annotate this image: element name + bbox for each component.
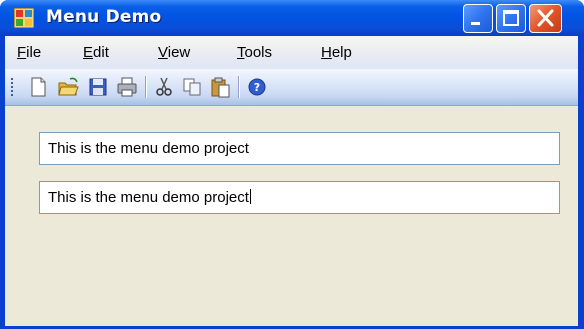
menu-view-mnemonic: V [158,44,168,61]
title-bar[interactable]: Menu Demo [0,0,584,36]
menu-tools[interactable]: Tools [237,44,272,61]
first-textbox[interactable]: This is the menu demo project [39,132,560,165]
paste-icon[interactable] [209,76,231,98]
toolbar-grip[interactable] [11,78,14,98]
menu-file-mnemonic: F [17,44,27,61]
help-icon[interactable]: ? [246,76,268,98]
close-button[interactable] [529,4,562,33]
new-icon[interactable] [27,76,49,98]
menu-help-label: elp [331,44,352,61]
menu-file[interactable]: File [17,44,41,61]
maximize-icon [503,10,519,26]
menu-edit-mnemonic: E [83,44,94,61]
second-textbox-value: This is the menu demo project [48,189,249,206]
toolbar-separator [145,76,147,98]
minimize-button[interactable] [463,4,493,33]
text-caret [249,189,251,204]
menu-file-label: ile [26,44,42,61]
menu-view-label: iew [167,44,191,61]
menu-edit[interactable]: Edit [83,44,109,61]
save-icon[interactable] [87,76,109,98]
toolbar-separator [238,76,240,98]
menu-help-mnemonic: H [321,44,332,61]
menu-edit-label: dit [93,44,109,61]
copy-icon[interactable] [181,76,203,98]
client-area: File Edit View Tools Help ? This is the … [5,36,578,326]
minimize-icon [471,22,480,25]
menu-tools-mnemonic: T [237,44,245,61]
window-title: Menu Demo [46,7,162,27]
close-icon [537,9,554,27]
first-textbox-value: This is the menu demo project [48,140,249,157]
main-window: Menu Demo File Edit View Tools Help ? Th… [0,0,584,329]
svg-text:?: ? [254,81,260,94]
app-icon [14,8,34,28]
second-textbox[interactable]: This is the menu demo project [39,181,560,214]
toolbar: ? [5,69,578,106]
print-icon[interactable] [116,76,138,98]
menu-tools-label: ools [244,44,273,61]
menu-view[interactable]: View [158,44,190,61]
menu-bar: File Edit View Tools Help [5,36,578,69]
open-icon[interactable] [57,76,79,98]
cut-icon[interactable] [153,76,175,98]
maximize-button[interactable] [496,4,526,33]
menu-help[interactable]: Help [321,44,352,61]
